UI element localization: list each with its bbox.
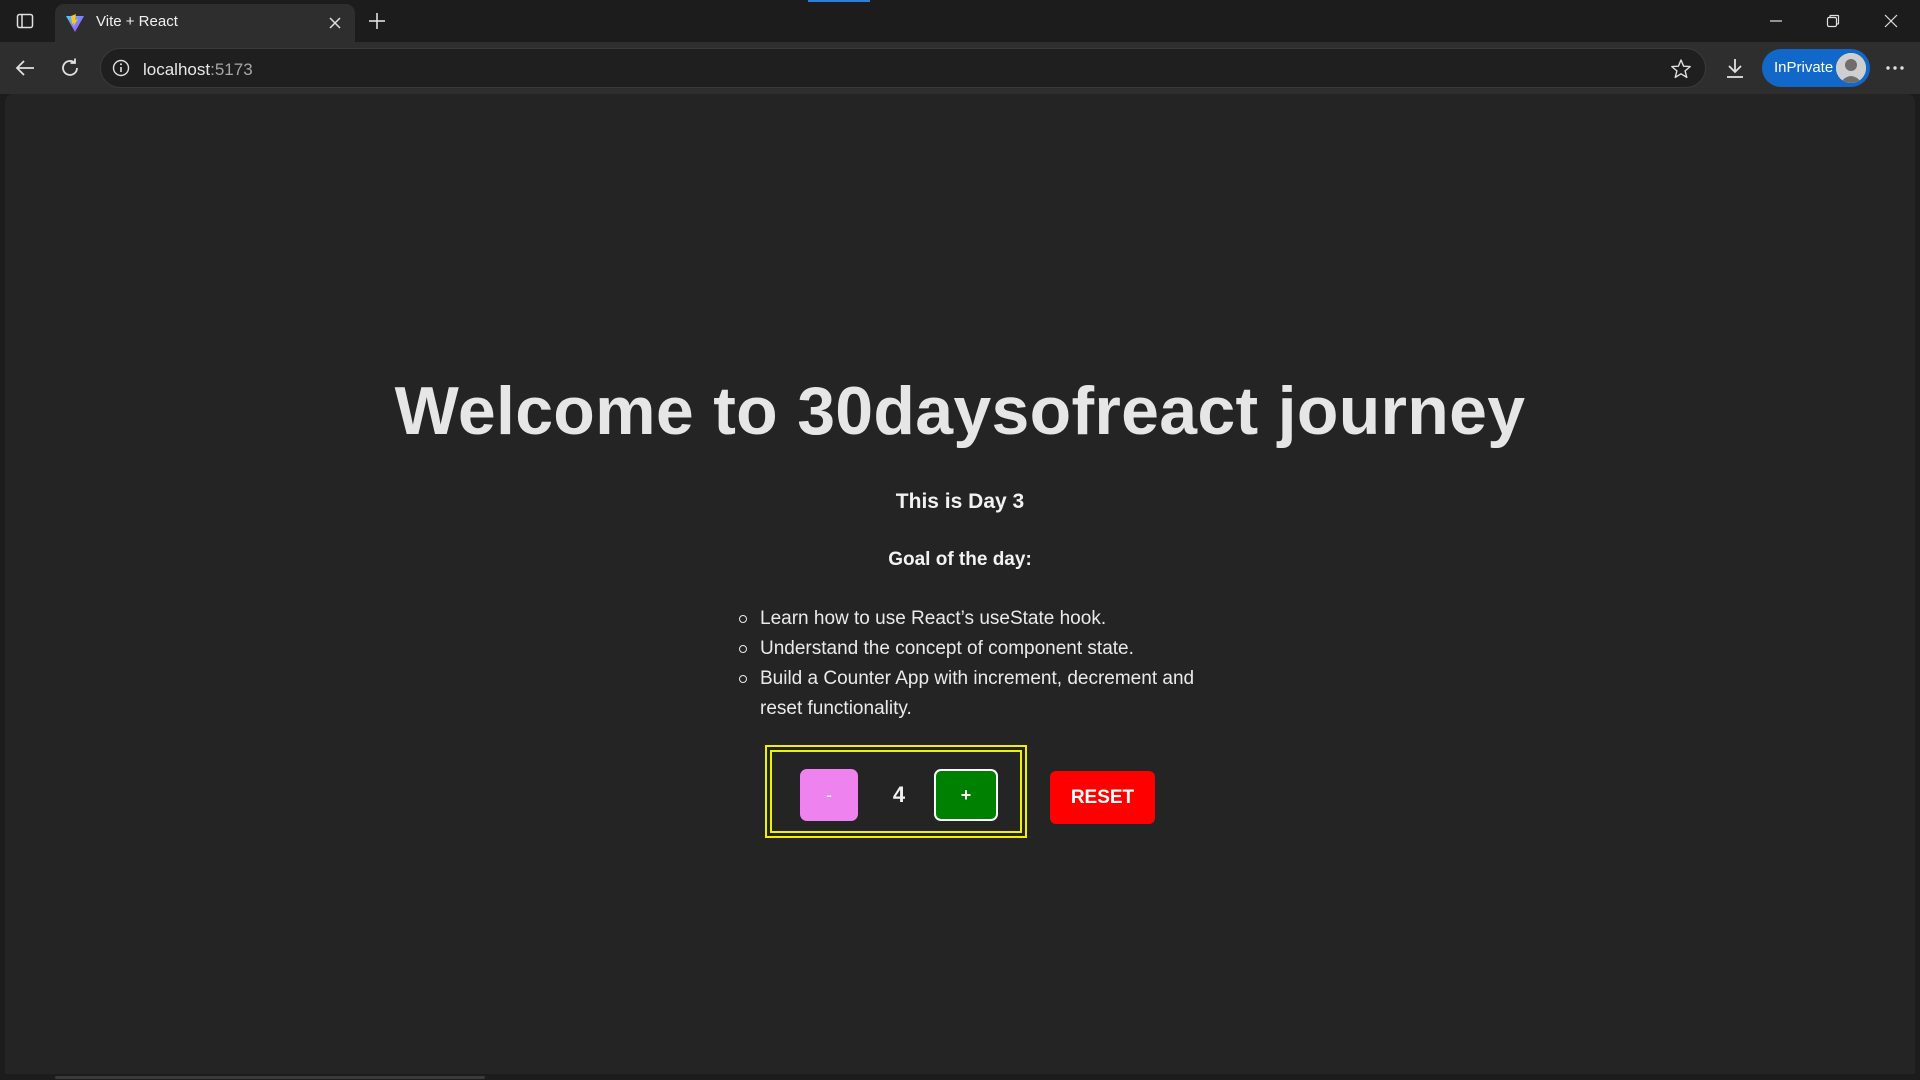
day-heading: This is Day 3 bbox=[895, 490, 1025, 513]
goal-heading: Goal of the day: bbox=[888, 549, 1032, 570]
plus-icon bbox=[369, 13, 385, 29]
browser-window: Vite + React localhost:5173 InPrivate We… bbox=[0, 0, 1920, 1080]
close-window-icon bbox=[1884, 14, 1898, 28]
back-arrow-icon bbox=[15, 60, 34, 76]
inprivate-label: InPrivate bbox=[1774, 59, 1834, 76]
list-item: Understand the concept of component stat… bbox=[739, 634, 1220, 664]
goal-list: Learn how to use React’s useState hook. … bbox=[739, 604, 1220, 724]
tab-title: Vite + React bbox=[96, 13, 178, 30]
back-button[interactable] bbox=[9, 52, 41, 84]
close-icon bbox=[329, 17, 341, 29]
counter-inner-border: - 4 + bbox=[770, 750, 1022, 833]
list-item: Learn how to use React’s useState hook. bbox=[739, 604, 1220, 634]
tab-close-button[interactable] bbox=[325, 13, 345, 33]
minimize-button[interactable] bbox=[1758, 6, 1794, 36]
refresh-button[interactable] bbox=[54, 52, 86, 84]
settings-more-button[interactable] bbox=[1879, 52, 1911, 84]
more-icon bbox=[1886, 66, 1904, 70]
favorite-button[interactable] bbox=[1669, 57, 1693, 81]
downloads-button[interactable] bbox=[1719, 52, 1751, 84]
refresh-icon bbox=[62, 58, 78, 76]
url-text: localhost:5173 bbox=[143, 60, 253, 80]
inprivate-badge[interactable]: InPrivate bbox=[1762, 49, 1870, 87]
restore-icon bbox=[1826, 14, 1840, 28]
increment-button[interactable]: + bbox=[934, 769, 998, 821]
star-icon bbox=[1671, 59, 1691, 79]
reset-button[interactable]: RESET bbox=[1050, 771, 1155, 824]
bullet bbox=[739, 645, 747, 653]
profile-avatar-icon bbox=[1836, 53, 1866, 83]
info-icon bbox=[112, 59, 130, 77]
counter-value: 4 bbox=[892, 782, 906, 807]
decrement-button[interactable]: - bbox=[800, 769, 858, 821]
goal-text: Build a Counter App with increment, decr… bbox=[760, 668, 1195, 719]
page-viewport: Welcome to 30daysofreact journey This is… bbox=[5, 94, 1915, 1074]
download-icon bbox=[1727, 59, 1743, 78]
browser-toolbar: localhost:5173 InPrivate bbox=[0, 42, 1920, 94]
counter-container: - 4 + bbox=[765, 745, 1027, 838]
tab-actions-icon bbox=[16, 13, 34, 29]
site-info-button[interactable] bbox=[111, 58, 131, 78]
url-host: localhost bbox=[143, 60, 211, 79]
bullet bbox=[739, 615, 747, 623]
vite-logo-icon bbox=[66, 14, 84, 32]
url-port: :5173 bbox=[210, 60, 253, 79]
horizontal-scrollbar[interactable] bbox=[55, 1076, 485, 1079]
goal-text: Learn how to use React’s useState hook. bbox=[760, 608, 1107, 629]
tab-strip: Vite + React bbox=[0, 0, 1920, 42]
address-bar[interactable]: localhost:5173 bbox=[100, 48, 1706, 88]
react-app: Welcome to 30daysofreact journey This is… bbox=[5, 94, 1915, 1074]
close-window-button[interactable] bbox=[1873, 6, 1909, 36]
list-item: Build a Counter App with increment, decr… bbox=[739, 664, 1220, 724]
tab-actions-button[interactable] bbox=[10, 8, 40, 34]
minimize-icon bbox=[1770, 20, 1782, 22]
new-tab-button[interactable] bbox=[362, 6, 392, 36]
goal-text: Understand the concept of component stat… bbox=[760, 638, 1134, 659]
page-title: Welcome to 30daysofreact journey bbox=[394, 373, 1526, 449]
restore-button[interactable] bbox=[1815, 6, 1851, 36]
tab-vite-react[interactable]: Vite + React bbox=[55, 4, 355, 42]
loading-indicator bbox=[808, 0, 870, 2]
bullet bbox=[739, 675, 747, 683]
avatar bbox=[1836, 53, 1866, 83]
